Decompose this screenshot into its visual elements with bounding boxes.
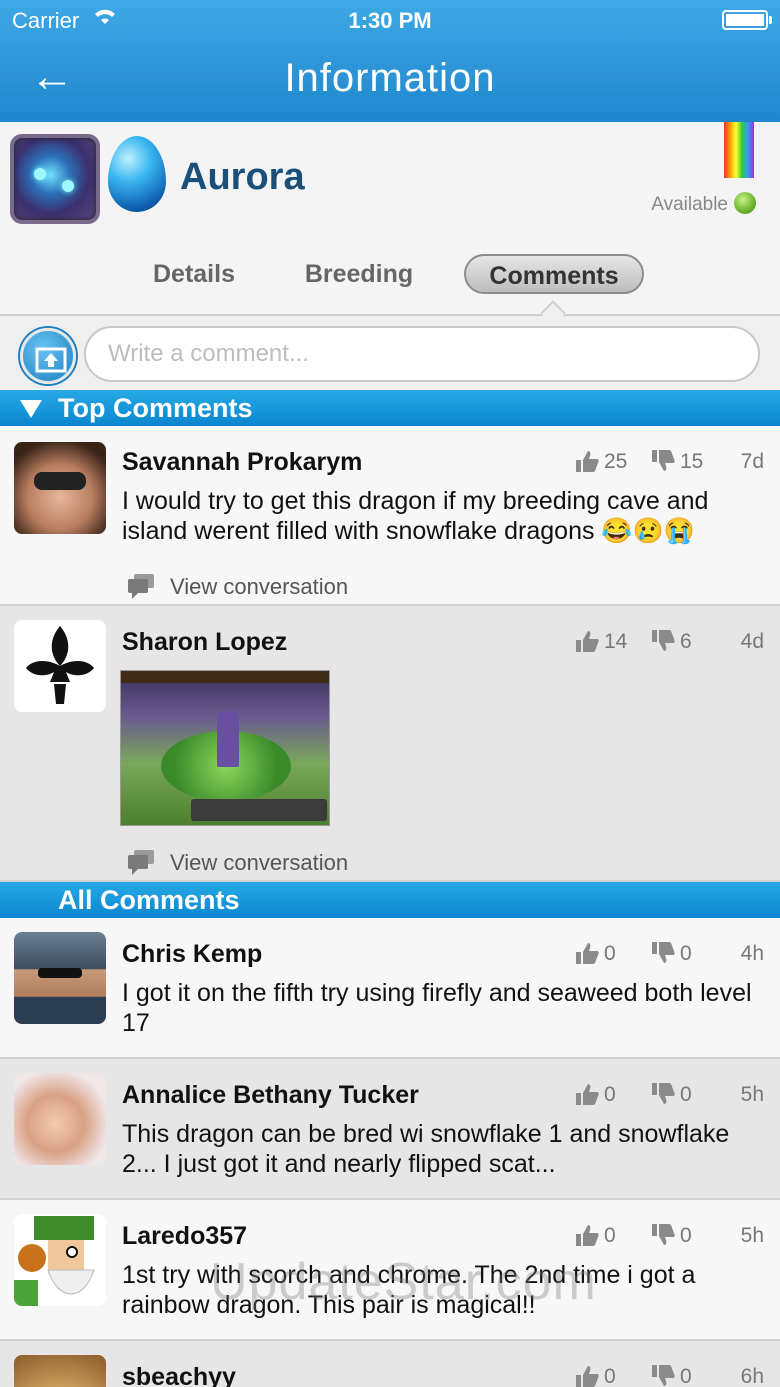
cartoon-character-icon: [14, 1216, 95, 1306]
upvote-count: 14: [604, 630, 628, 653]
downvote-count: 6: [680, 630, 692, 653]
thumb-down-icon[interactable]: [650, 1222, 676, 1248]
thumb-up-icon[interactable]: [574, 448, 600, 474]
dragon-egg-icon: [108, 136, 166, 212]
commenter-name[interactable]: Laredo357: [122, 1222, 247, 1251]
comment-item[interactable]: Savannah Prokarym 25 15 7d I would try t…: [0, 426, 780, 606]
upvote-count: 0: [604, 1083, 616, 1106]
availability-dot-icon: [734, 192, 756, 214]
commenter-name[interactable]: Chris Kemp: [122, 940, 262, 969]
comment-item[interactable]: Chris Kemp 0 0 4h I got it on the fifth …: [0, 918, 780, 1059]
thumb-up-icon[interactable]: [574, 940, 600, 966]
comment-age: 4d: [740, 630, 764, 653]
avatar: [14, 620, 106, 712]
battery-icon: [722, 10, 772, 30]
upload-image-button[interactable]: [20, 328, 76, 384]
commenter-name[interactable]: sbeachyy: [122, 1363, 236, 1387]
thumb-up-icon[interactable]: [574, 628, 600, 654]
tab-breeding[interactable]: Breeding: [290, 254, 428, 294]
thumb-up-icon[interactable]: [574, 1222, 600, 1248]
comment-age: 5h: [740, 1224, 764, 1247]
page-title: Information: [284, 56, 496, 100]
avatar: [14, 932, 106, 1024]
comment-text: This dragon can be bred wi snowflake 1 a…: [122, 1120, 730, 1178]
navigation-bar: Carrier 1:30 PM ← Information: [0, 0, 780, 122]
dragon-portrait: [10, 134, 100, 224]
collapse-triangle-icon: [20, 400, 42, 418]
vote-bar: 25 15 7d: [554, 448, 764, 478]
comment-item[interactable]: Annalice Bethany Tucker 0 0 5h This drag…: [0, 1059, 780, 1200]
thumb-down-icon[interactable]: [650, 1081, 676, 1107]
thumb-down-icon[interactable]: [650, 628, 676, 654]
fleur-de-lis-icon: [26, 626, 94, 704]
downvote-count: 0: [680, 942, 692, 965]
comment-age: 6h: [740, 1365, 764, 1387]
upvote-count: 25: [604, 450, 628, 473]
thumb-up-icon[interactable]: [574, 1081, 600, 1107]
game-hud: [121, 671, 329, 683]
comment-input[interactable]: [84, 326, 760, 382]
comment-age: 4h: [740, 942, 764, 965]
avatar: [14, 1355, 106, 1387]
avatar: [14, 1073, 106, 1165]
dragon-header: Aurora Available Details Breeding Commen…: [0, 122, 780, 326]
rainbow-ribbon-icon: [724, 122, 754, 188]
thumb-down-icon[interactable]: [650, 448, 676, 474]
section-title: All Comments: [58, 885, 240, 915]
upvote-count: 0: [604, 942, 616, 965]
comment-item[interactable]: Laredo357 0 0 5h 1st try with scorch and…: [0, 1200, 780, 1341]
vote-bar: 14 6 4d: [554, 628, 764, 658]
tab-details[interactable]: Details: [134, 254, 254, 294]
vote-bar: 0 0 5h: [554, 1081, 764, 1111]
game-toolbar: [191, 799, 327, 821]
thumb-up-icon[interactable]: [574, 1363, 600, 1387]
speech-bubble-icon: [128, 850, 154, 875]
view-conversation-label: View conversation: [170, 574, 349, 599]
downvote-count: 0: [680, 1224, 692, 1247]
vote-bar: 0 0 6h: [554, 1363, 764, 1387]
section-header-top-comments[interactable]: Top Comments: [0, 390, 780, 426]
comment-item[interactable]: sbeachyy 0 0 6h: [0, 1341, 780, 1387]
view-conversation-label: View conversation: [170, 850, 349, 875]
avatar: [14, 442, 106, 534]
comment-text: I got it on the fifth try using firefly …: [122, 979, 752, 1037]
sunglasses-shape: [38, 968, 82, 978]
vote-bar: 0 0 4h: [554, 940, 764, 970]
comment-age: 7d: [740, 450, 764, 473]
upvote-count: 0: [604, 1224, 616, 1247]
commenter-name[interactable]: Sharon Lopez: [122, 628, 287, 657]
speech-bubble-icon: [128, 574, 154, 599]
dragon-name: Aurora: [180, 156, 305, 198]
downvote-count: 0: [680, 1083, 692, 1106]
vote-bar: 0 0 5h: [554, 1222, 764, 1252]
comment-attached-image[interactable]: [120, 670, 330, 826]
commenter-name[interactable]: Savannah Prokarym: [122, 448, 362, 477]
status-bar: Carrier 1:30 PM: [0, 0, 780, 40]
comment-compose-bar: [0, 316, 780, 390]
thumb-down-icon[interactable]: [650, 940, 676, 966]
upload-image-icon: [35, 347, 67, 373]
tab-comments[interactable]: Comments: [464, 254, 644, 294]
avatar: [14, 1214, 106, 1306]
comment-item[interactable]: Sharon Lopez 14 6 4d View conversation: [0, 606, 780, 882]
comment-text: 1st try with scorch and chrome. The 2nd …: [122, 1261, 696, 1319]
clock: 1:30 PM: [348, 8, 432, 33]
game-tower: [217, 711, 239, 767]
downvote-count: 15: [680, 450, 704, 473]
commenter-name[interactable]: Annalice Bethany Tucker: [122, 1081, 419, 1110]
section-header-all-comments[interactable]: All Comments: [0, 882, 780, 918]
downvote-count: 0: [680, 1365, 692, 1387]
dragon-eye: [34, 168, 46, 180]
thumb-down-icon[interactable]: [650, 1363, 676, 1387]
dragon-eye: [62, 180, 74, 192]
comment-age: 5h: [740, 1083, 764, 1106]
comment-text: I would try to get this dragon if my bre…: [122, 487, 709, 545]
upvote-count: 0: [604, 1365, 616, 1387]
mask-shape: [34, 472, 86, 490]
section-title: Top Comments: [58, 393, 253, 423]
availability-label: Available: [651, 194, 728, 215]
